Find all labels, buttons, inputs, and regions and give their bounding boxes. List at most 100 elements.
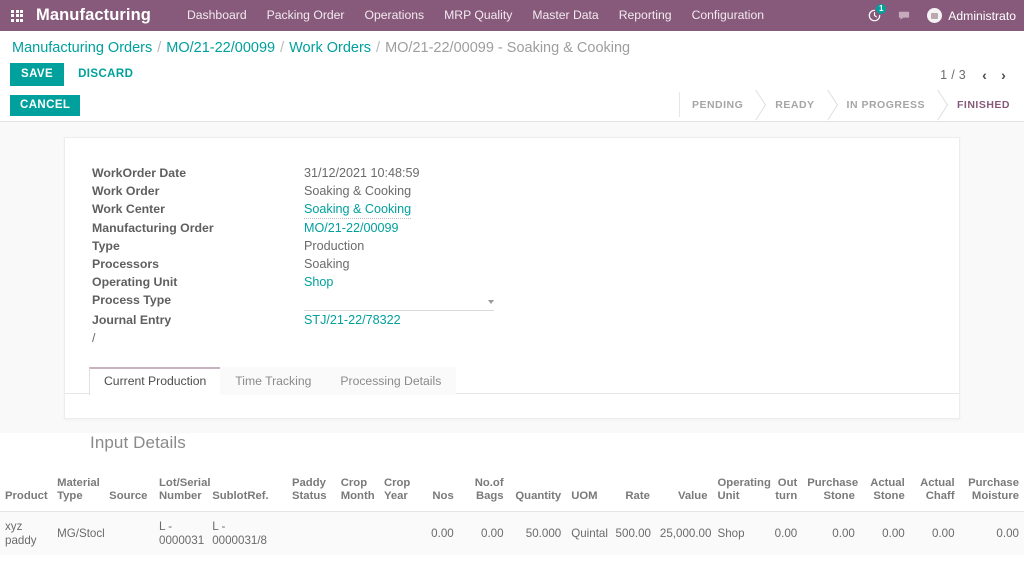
status-finished[interactable]: FINISHED xyxy=(938,92,1024,117)
cell-rate[interactable]: 500.00 xyxy=(610,511,655,555)
menu-item-packing-order[interactable]: Packing Order xyxy=(257,0,355,31)
menu-item-reporting[interactable]: Reporting xyxy=(609,0,682,31)
col-actual-chaff[interactable]: Actual Chaff xyxy=(909,471,960,512)
cell-actual-stone[interactable]: 0.00 xyxy=(859,511,910,555)
field-value-manufacturing-order[interactable]: MO/21-22/00099 xyxy=(304,221,399,235)
col-lot-serial-number[interactable]: Lot/Serial Number xyxy=(154,471,211,512)
col-actual-stone[interactable]: Actual Stone xyxy=(859,471,910,512)
field-value-work-center[interactable]: Soaking & Cooking xyxy=(304,200,412,219)
tab-processing-details-label: Processing Details xyxy=(340,374,442,388)
cell-uom[interactable]: Quintal xyxy=(566,511,611,555)
user-menu[interactable]: Administrato xyxy=(919,8,1016,23)
apps-menu-icon[interactable] xyxy=(4,0,30,31)
input-details-body: xyz paddy MG/Stock L - 0000031 L - 00000… xyxy=(0,511,1024,555)
cell-paddy-status[interactable] xyxy=(286,511,336,555)
cell-crop-year[interactable] xyxy=(378,511,420,555)
status-pending[interactable]: PENDING xyxy=(679,92,758,117)
cell-product[interactable]: xyz paddy xyxy=(0,511,53,555)
tab-current-production[interactable]: Current Production xyxy=(89,367,222,395)
menu-item-dashboard[interactable]: Dashboard xyxy=(177,0,257,31)
col-source[interactable]: Source xyxy=(104,471,155,512)
status-pipeline: PENDING READY IN PROGRESS FINISHED xyxy=(678,92,1024,117)
col-paddy-status[interactable]: Paddy Status xyxy=(286,471,336,512)
activity-clock-icon[interactable]: 1 xyxy=(859,0,889,31)
field-value-work-order: Soaking & Cooking xyxy=(304,184,412,198)
tab-time-tracking[interactable]: Time Tracking xyxy=(220,367,327,395)
col-rate[interactable]: Rate xyxy=(610,471,655,512)
discard-button[interactable]: DISCARD xyxy=(72,63,139,86)
status-in-progress[interactable]: IN PROGRESS xyxy=(828,92,939,117)
breadcrumb-item-manufacturing-orders[interactable]: Manufacturing Orders xyxy=(12,40,152,56)
menu-item-mrp-quality[interactable]: MRP Quality xyxy=(434,0,522,31)
status-ready[interactable]: READY xyxy=(757,92,829,117)
status-pending-label: PENDING xyxy=(691,98,744,111)
input-details-panel: Input Details Product Material Type Sour… xyxy=(0,433,1024,555)
field-value-processors: Soaking xyxy=(304,257,350,271)
col-crop-month[interactable]: Crop Month xyxy=(335,471,379,512)
field-label-journal-entry: Journal Entry xyxy=(92,313,172,327)
cell-nos[interactable]: 0.00 xyxy=(419,511,459,555)
cell-operating-unit[interactable]: Shop xyxy=(712,511,765,555)
cell-purchase-stone[interactable]: 0.00 xyxy=(802,511,860,555)
pager-count: 1 / 3 xyxy=(940,67,966,82)
breadcrumb-separator: / xyxy=(280,40,285,56)
cell-source[interactable] xyxy=(104,511,155,555)
field-value-workorder-date: 31/12/2021 10:48:59 xyxy=(304,166,420,180)
cell-value[interactable]: 25,000.00 xyxy=(654,511,713,555)
col-no-of-bags[interactable]: No.of Bags xyxy=(458,471,509,512)
cell-no-of-bags[interactable]: 0.00 xyxy=(458,511,509,555)
col-sublot-ref[interactable]: SublotRef. xyxy=(207,471,287,512)
field-label-manufacturing-order: Manufacturing Order xyxy=(92,221,214,235)
cell-sublot-ref[interactable]: L - 0000031/8 xyxy=(207,511,287,555)
breadcrumb-item-work-orders[interactable]: Work Orders xyxy=(289,40,371,56)
status-finished-label: FINISHED xyxy=(956,98,1010,111)
breadcrumb: Manufacturing Orders / MO/21-22/00099 / … xyxy=(0,31,1024,58)
pager-previous-icon[interactable]: ‹ xyxy=(976,65,993,85)
col-nos[interactable]: Nos xyxy=(419,471,459,512)
cell-purchase-moisture[interactable]: 0.00 xyxy=(959,511,1024,555)
cell-crop-month[interactable] xyxy=(335,511,379,555)
user-avatar-icon xyxy=(927,8,943,23)
main-menu: Dashboard Packing Order Operations MRP Q… xyxy=(177,0,774,31)
col-crop-year[interactable]: Crop Year xyxy=(378,471,420,512)
col-uom[interactable]: UOM xyxy=(566,471,611,512)
status-in-progress-label: IN PROGRESS xyxy=(846,98,925,111)
cancel-button[interactable]: CANCEL xyxy=(10,95,81,116)
field-label-process-type: Process Type xyxy=(92,293,172,307)
field-select-process-type[interactable] xyxy=(304,293,494,311)
pager-next-icon[interactable]: › xyxy=(995,65,1012,85)
app-brand-title[interactable]: Manufacturing xyxy=(36,6,151,25)
save-button[interactable]: SAVE xyxy=(10,63,65,86)
cell-lot-serial-number[interactable]: L - 0000031 xyxy=(154,511,208,555)
col-quantity[interactable]: Quantity xyxy=(508,471,567,512)
col-product[interactable]: Product xyxy=(0,471,53,512)
field-value-operating-unit[interactable]: Shop xyxy=(304,275,333,289)
breadcrumb-item-mo[interactable]: MO/21-22/00099 xyxy=(166,40,275,56)
form-trailing-text: / xyxy=(92,331,96,345)
apps-grid-icon xyxy=(11,9,23,22)
top-navbar: Manufacturing Dashboard Packing Order Op… xyxy=(0,0,1024,31)
breadcrumb-separator: / xyxy=(376,40,381,56)
menu-item-master-data[interactable]: Master Data xyxy=(522,0,608,31)
cell-material-type[interactable]: MG/Stock xyxy=(52,511,105,555)
field-label-processors: Processors xyxy=(92,257,159,271)
table-row[interactable]: xyz paddy MG/Stock L - 0000031 L - 00000… xyxy=(0,511,1024,555)
col-value[interactable]: Value xyxy=(654,471,713,512)
menu-item-operations[interactable]: Operations xyxy=(355,0,435,31)
col-material-type[interactable]: Material Type xyxy=(52,471,105,512)
control-panel-status: CANCEL PENDING READY IN PROGRESS FINISHE… xyxy=(0,92,1024,122)
record-pager: 1 / 3 ‹ › xyxy=(940,65,1012,85)
menu-item-configuration[interactable]: Configuration xyxy=(682,0,775,31)
col-purchase-stone[interactable]: Purchase Stone xyxy=(802,471,860,512)
tab-processing-details[interactable]: Processing Details xyxy=(325,367,457,395)
field-value-journal-entry[interactable]: STJ/21-22/78322 xyxy=(304,313,401,327)
cell-actual-chaff[interactable]: 0.00 xyxy=(909,511,960,555)
chat-bubble-icon[interactable] xyxy=(889,0,919,31)
cell-quantity[interactable]: 50.000 xyxy=(508,511,567,555)
field-label-work-center: Work Center xyxy=(92,202,165,216)
control-panel-actions: SAVE DISCARD 1 / 3 ‹ › xyxy=(0,58,1024,92)
user-name-label: Administrato xyxy=(948,8,1016,23)
col-purchase-moisture[interactable]: Purchase Moisture xyxy=(959,471,1024,512)
col-operating-unit[interactable]: Operating Unit xyxy=(712,471,771,512)
cell-out-turn[interactable]: 0.00 xyxy=(764,511,803,555)
